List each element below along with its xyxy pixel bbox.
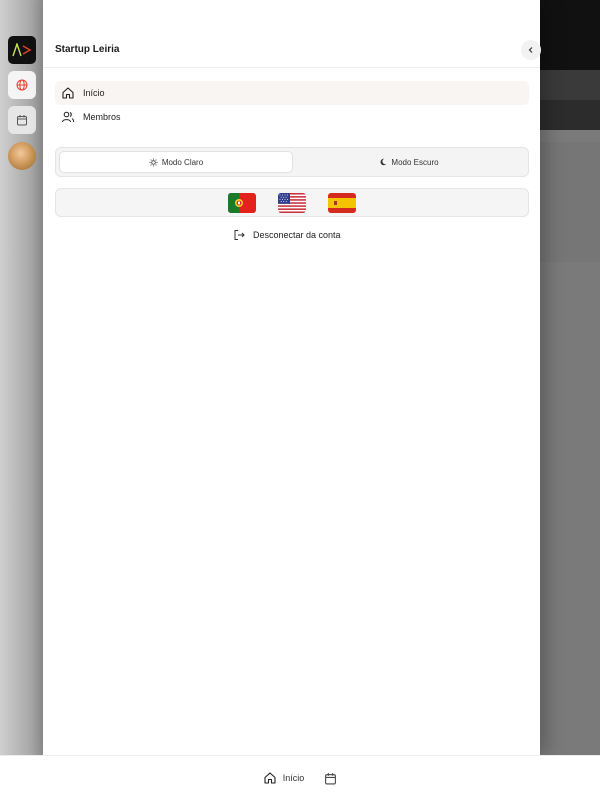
background-strip — [540, 100, 600, 130]
dark-mode-label: Modo Escuro — [391, 157, 439, 167]
calendar-icon — [325, 772, 337, 784]
rail-item-calendar[interactable] — [8, 106, 36, 134]
bottom-nav: Início — [0, 755, 600, 800]
light-mode-option[interactable]: Modo Claro — [59, 151, 293, 173]
app-logo[interactable] — [8, 36, 36, 64]
drawer-nav: Início Membros — [55, 81, 529, 129]
sun-icon — [149, 157, 158, 167]
background-content — [540, 142, 600, 262]
light-mode-label: Modo Claro — [161, 157, 204, 167]
flag-usa-icon[interactable] — [278, 192, 306, 213]
nav-item-label: Membros — [83, 112, 121, 122]
drawer-title: Startup Leiria — [55, 44, 120, 55]
theme-toggle: Modo Claro Modo Escuro — [55, 147, 529, 177]
drawer-header: Startup Leiria — [43, 0, 541, 68]
nav-item-membros[interactable]: Membros — [55, 105, 529, 129]
background-strip — [540, 70, 600, 100]
language-selector — [55, 188, 529, 217]
dark-mode-option[interactable]: Modo Escuro — [293, 151, 525, 173]
flag-spain-icon[interactable] — [328, 192, 356, 213]
logout-button[interactable]: Desconectar da conta — [233, 229, 341, 241]
logout-icon — [234, 230, 245, 240]
globe-icon — [16, 79, 28, 91]
moon-icon — [380, 158, 387, 166]
logo-icon — [12, 43, 32, 57]
chevron-left-icon — [528, 47, 533, 53]
logout-label: Desconectar da conta — [253, 230, 341, 240]
calendar-icon — [17, 115, 27, 126]
bottom-nav-label: Início — [282, 773, 305, 783]
sidebar-rail — [0, 0, 43, 800]
home-icon — [264, 772, 276, 784]
nav-item-inicio[interactable]: Início — [55, 81, 529, 105]
bottom-nav-inicio[interactable]: Início — [263, 771, 305, 785]
navigation-drawer: Startup Leiria Início Membros Modo Claro… — [43, 0, 541, 755]
flag-portugal-icon[interactable] — [228, 192, 256, 213]
users-icon — [62, 111, 75, 123]
home-icon — [62, 87, 74, 99]
nav-item-label: Início — [83, 88, 105, 98]
bottom-nav-calendar[interactable] — [324, 772, 337, 785]
collapse-drawer-button[interactable] — [521, 40, 541, 60]
user-avatar[interactable] — [8, 142, 36, 170]
rail-item-globe[interactable] — [8, 71, 36, 99]
